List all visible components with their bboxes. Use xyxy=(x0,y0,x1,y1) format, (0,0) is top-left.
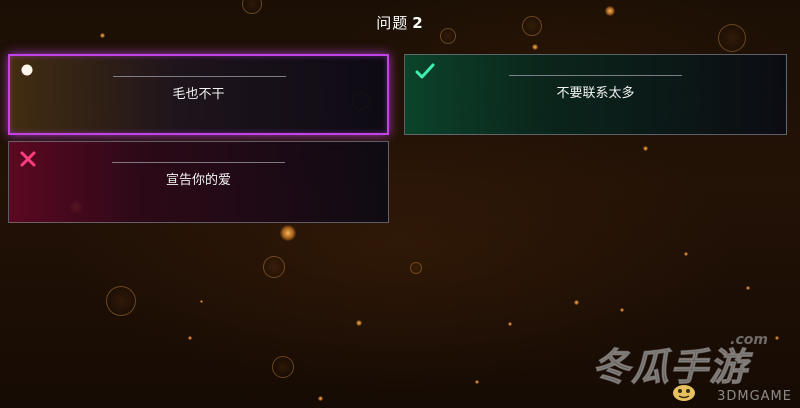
watermark-logo: 冬瓜手游 .com 3DMGAME xyxy=(591,332,792,404)
watermark-domain-text: .com xyxy=(730,332,768,348)
answer-option-3-label: 宣告你的爱 xyxy=(165,173,231,188)
answer-option-1[interactable]: 毛也不干 xyxy=(8,54,389,135)
mascot-icon xyxy=(670,380,698,402)
option-divider xyxy=(112,162,285,163)
answer-option-2-label: 不要联系太多 xyxy=(556,86,635,101)
question-number: 2 xyxy=(412,14,424,32)
question-title-prefix: 问题 xyxy=(376,14,409,32)
answer-option-1-label: 毛也不干 xyxy=(172,87,225,102)
question-title: 问题 2 xyxy=(0,12,800,33)
checkmark-icon xyxy=(415,63,435,81)
x-mark-icon xyxy=(19,150,37,168)
circle-dot-icon xyxy=(20,64,38,82)
option-divider xyxy=(113,76,286,77)
answer-option-2[interactable]: 不要联系太多 xyxy=(404,54,787,135)
answer-option-3[interactable]: 宣告你的爱 xyxy=(8,141,389,223)
watermark-sub-text: 3DMGAME xyxy=(717,389,792,404)
option-divider xyxy=(509,75,682,76)
